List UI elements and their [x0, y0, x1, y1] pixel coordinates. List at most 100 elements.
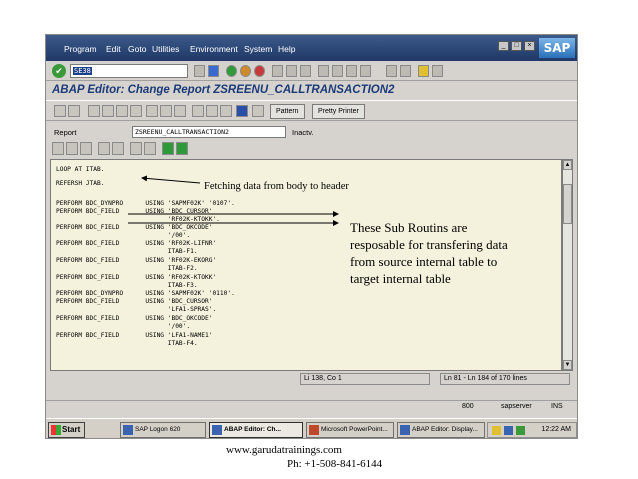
title-area: ABAP Editor: Change Report ZSREENU_CALLT… — [46, 82, 577, 99]
task-label: ABAP Editor: Display... — [412, 426, 478, 433]
pretty-printer-button[interactable]: Pretty Printer — [312, 104, 365, 119]
code-line: 'LFA1-SPRAS'. — [56, 306, 217, 313]
code-line: PERFORM BDC_FIELD USING 'BDC_OKCODE' — [56, 224, 213, 231]
paste-icon[interactable] — [80, 142, 92, 155]
maximize-icon[interactable]: □ — [511, 41, 522, 51]
application-toolbar: Pattern Pretty Printer — [46, 100, 577, 121]
code-line: PERFORM BDC_FIELD USING 'RF02K-EKORG' — [56, 257, 217, 264]
breakpoint-icon[interactable] — [252, 105, 264, 117]
scroll-thumb[interactable] — [563, 184, 572, 224]
report-status: Inactv. — [292, 128, 314, 137]
code-line: 'RF02K-KTOKK'. — [56, 216, 220, 223]
scroll-up-icon[interactable]: ▲ — [563, 160, 572, 170]
sap-window-icon — [212, 425, 222, 435]
arrow-right-icon[interactable] — [68, 105, 80, 117]
pattern-button[interactable]: Pattern — [270, 104, 305, 119]
where-used-icon[interactable] — [160, 105, 172, 117]
annotation-fetching-data: Fetching data from body to header — [204, 181, 349, 192]
task-abap-editor-display[interactable]: ABAP Editor: Display... — [397, 422, 485, 438]
tray-icon[interactable] — [492, 426, 501, 435]
code-line: LOOP AT ITAB. — [56, 166, 105, 173]
test-icon[interactable] — [146, 105, 158, 117]
search-icon[interactable] — [130, 142, 142, 155]
standard-toolbar: ✔ SE38 — [46, 61, 577, 81]
menu-system[interactable]: System — [244, 44, 272, 54]
save-icon[interactable] — [208, 65, 219, 77]
footer-website: www.garudatrainings.com — [226, 444, 342, 456]
previous-page-icon[interactable] — [332, 65, 343, 77]
menu-goto[interactable]: Goto — [128, 44, 146, 54]
task-abap-editor-change[interactable]: ABAP Editor: Ch... — [209, 422, 303, 438]
find-next-icon[interactable] — [300, 65, 311, 77]
tray-icon[interactable] — [504, 426, 513, 435]
code-line: PERFORM BDC_FIELD USING 'RF02K-KTOKK' — [56, 274, 217, 281]
menu-environment[interactable]: Environment — [190, 44, 238, 54]
command-field[interactable]: SE38 — [70, 64, 188, 78]
clock: 12:22 AM — [541, 426, 571, 433]
hierarchy-icon[interactable] — [192, 105, 204, 117]
last-page-icon[interactable] — [360, 65, 371, 77]
next-page-icon[interactable] — [346, 65, 357, 77]
activate-icon[interactable] — [130, 105, 142, 117]
first-page-icon[interactable] — [318, 65, 329, 77]
vertical-scrollbar[interactable]: ▲ ▼ — [562, 159, 573, 371]
search-next-icon[interactable] — [144, 142, 156, 155]
task-powerpoint[interactable]: Microsoft PowerPoint... — [306, 422, 394, 438]
find-icon[interactable] — [286, 65, 297, 77]
sap-window-icon — [400, 425, 410, 435]
shortcut-icon[interactable] — [400, 65, 411, 77]
scroll-down-icon[interactable]: ▼ — [563, 360, 572, 370]
layout-menu-icon[interactable] — [432, 65, 443, 77]
active-inactive-icon[interactable] — [102, 105, 114, 117]
redo-icon[interactable] — [112, 142, 124, 155]
menu-utilities[interactable]: Utilities — [152, 44, 179, 54]
enter-check-icon[interactable]: ✔ — [52, 64, 66, 78]
line-info: Ln 81 - Ln 184 of 170 lines — [440, 373, 570, 385]
code-line: REFERSH JTAB. — [56, 180, 105, 187]
report-name-field[interactable]: ZSREENU_CALLTRANSACTION2 — [132, 126, 286, 138]
insert-line-icon[interactable] — [162, 142, 174, 155]
display-change-icon[interactable] — [88, 105, 100, 117]
help-icon[interactable] — [418, 65, 429, 77]
code-line: PERFORM BDC_FIELD USING 'BDC_CURSOR' — [56, 298, 213, 305]
system-tray: 12:22 AM — [487, 422, 577, 438]
code-line: ITAB-F4. — [56, 340, 198, 347]
code-line: PERFORM BDC_FIELD USING 'BDC_CURSOR' — [56, 208, 213, 215]
arrow-left-icon[interactable] — [54, 105, 66, 117]
sap-logon-icon — [123, 425, 133, 435]
menu-edit[interactable]: Edit — [106, 44, 121, 54]
cancel-icon[interactable] — [254, 65, 265, 77]
exit-icon[interactable] — [240, 65, 251, 77]
check-icon[interactable] — [116, 105, 128, 117]
cut-icon[interactable] — [52, 142, 64, 155]
info-icon[interactable] — [236, 105, 248, 117]
navigation-icon[interactable] — [206, 105, 218, 117]
tray-icon[interactable] — [516, 426, 525, 435]
menu-help[interactable]: Help — [278, 44, 295, 54]
report-label: Report — [54, 128, 77, 137]
sap-status-bar: 800 sapserver INS — [46, 400, 577, 415]
undo-icon[interactable] — [98, 142, 110, 155]
cursor-position: Li 138, Co 1 — [300, 373, 430, 385]
print-icon[interactable] — [272, 65, 283, 77]
create-session-icon[interactable] — [386, 65, 397, 77]
menu-program[interactable]: Program — [64, 44, 97, 54]
close-icon[interactable]: × — [524, 41, 535, 51]
fullscreen-icon[interactable] — [220, 105, 232, 117]
window-controls: _ □ × — [498, 41, 535, 51]
annotation-subroutines: These Sub Routins are resposable for tra… — [350, 220, 508, 286]
delete-line-icon[interactable] — [176, 142, 188, 155]
code-line: '/00'. — [56, 323, 191, 330]
task-label: ABAP Editor: Ch... — [224, 426, 281, 433]
system-client: 800 — [462, 403, 474, 410]
start-button[interactable]: Start — [48, 422, 85, 438]
minimize-icon[interactable]: _ — [498, 41, 509, 51]
back-icon[interactable] — [226, 65, 237, 77]
command-field-value: SE38 — [73, 67, 92, 75]
task-sap-logon[interactable]: SAP Logon 620 — [120, 422, 206, 438]
object-list-icon[interactable] — [174, 105, 186, 117]
back-nav-icon[interactable] — [194, 65, 205, 77]
windows-logo-icon — [51, 425, 61, 435]
copy-icon[interactable] — [66, 142, 78, 155]
editor-toolbar — [50, 141, 575, 157]
